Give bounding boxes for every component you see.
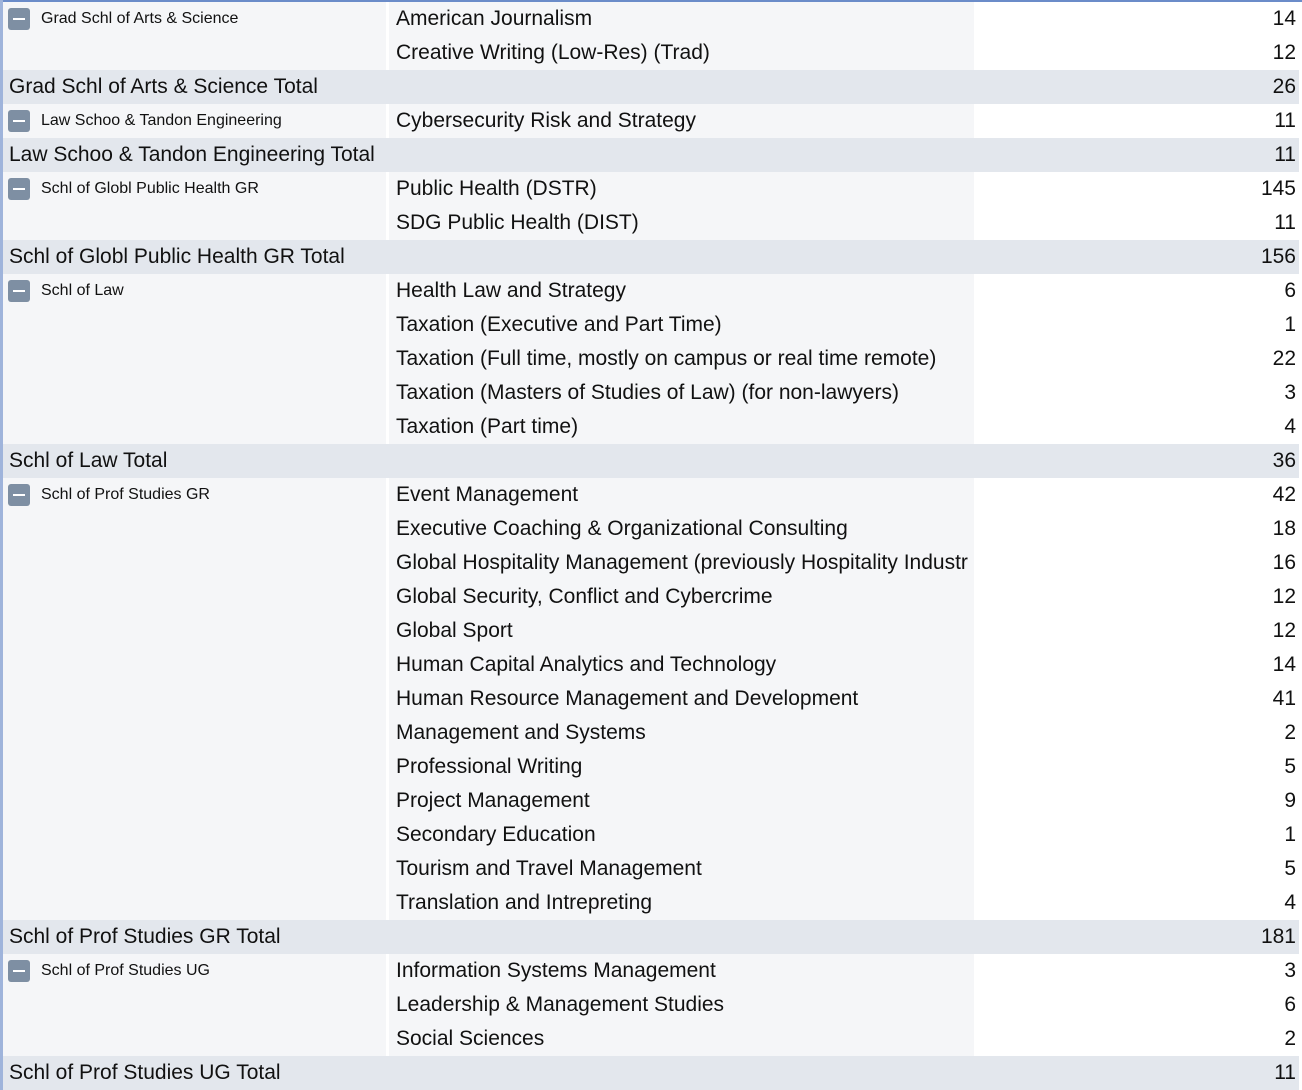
subtotal-label: Grad Schl of Arts & Science Total xyxy=(9,75,318,98)
program-count: 12 xyxy=(974,36,1296,70)
subtotal-label: Schl of Law Total xyxy=(9,449,168,472)
program-count: 12 xyxy=(974,580,1296,614)
pivot-table: Grad Schl of Arts & Science American Jour… xyxy=(0,0,1302,1090)
table-row: Global Sport 12 xyxy=(0,614,1302,648)
table-row: Translation and Intrepreting 4 xyxy=(0,886,1302,920)
program-name: Taxation (Masters of Studies of Law) (fo… xyxy=(389,376,974,410)
table-row: Secondary Education 1 xyxy=(0,818,1302,852)
program-count: 1 xyxy=(974,308,1296,342)
program-count: 14 xyxy=(974,648,1296,682)
table-row: Management and Systems 2 xyxy=(0,716,1302,750)
table-row: Public Health (DSTR) 145 xyxy=(0,172,1302,206)
table-row: Human Capital Analytics and Technology 14 xyxy=(0,648,1302,682)
program-name: Taxation (Part time) xyxy=(389,410,974,444)
table-row: Creative Writing (Low-Res) (Trad) 12 xyxy=(0,36,1302,70)
table-row: American Journalism 14 xyxy=(0,2,1302,36)
subtotal-row: Grad Schl of Arts & Science Total 26 xyxy=(3,70,1299,104)
subtotal-row: Schl of Prof Studies GR Total 181 xyxy=(3,920,1299,954)
program-name: Social Sciences xyxy=(389,1022,974,1056)
program-count: 4 xyxy=(974,886,1296,920)
program-count: 2 xyxy=(974,716,1296,750)
table-row: Global Security, Conflict and Cybercrime… xyxy=(0,580,1302,614)
subtotal-label: Law Schoo & Tandon Engineering Total xyxy=(9,143,375,166)
subtotal-row: Schl of Globl Public Health GR Total 156 xyxy=(3,240,1299,274)
program-name: Tourism and Travel Management xyxy=(389,852,974,886)
program-name: Translation and Intrepreting xyxy=(389,886,974,920)
program-count: 16 xyxy=(974,546,1296,580)
program-name: Global Security, Conflict and Cybercrime xyxy=(389,580,974,614)
subtotal-count: 156 xyxy=(1260,245,1296,268)
program-name: Secondary Education xyxy=(389,818,974,852)
subtotal-count: 11 xyxy=(1274,1061,1296,1084)
subtotal-count: 26 xyxy=(1272,75,1296,98)
program-count: 41 xyxy=(974,682,1296,716)
program-name: Human Resource Management and Developmen… xyxy=(389,682,974,716)
program-name: Global Hospitality Management (previousl… xyxy=(389,546,974,580)
program-count: 11 xyxy=(974,206,1296,240)
program-name: Cybersecurity Risk and Strategy xyxy=(389,104,974,138)
program-count: 18 xyxy=(974,512,1296,546)
program-count: 1 xyxy=(974,818,1296,852)
program-count: 145 xyxy=(974,172,1296,206)
program-name: Professional Writing xyxy=(389,750,974,784)
program-count: 6 xyxy=(974,274,1296,308)
program-name: Taxation (Executive and Part Time) xyxy=(389,308,974,342)
program-name: SDG Public Health (DIST) xyxy=(389,206,974,240)
table-row: Global Hospitality Management (previousl… xyxy=(0,546,1302,580)
table-row: Taxation (Masters of Studies of Law) (fo… xyxy=(0,376,1302,410)
program-count: 9 xyxy=(974,784,1296,818)
program-count: 3 xyxy=(974,954,1296,988)
table-row: Event Management 42 xyxy=(0,478,1302,512)
program-name: Human Capital Analytics and Technology xyxy=(389,648,974,682)
program-name: Leadership & Management Studies xyxy=(389,988,974,1022)
table-row: SDG Public Health (DIST) 11 xyxy=(0,206,1302,240)
table-row: Professional Writing 5 xyxy=(0,750,1302,784)
program-name: Management and Systems xyxy=(389,716,974,750)
subtotal-count: 11 xyxy=(1274,143,1296,166)
subtotal-label: Schl of Globl Public Health GR Total xyxy=(9,245,345,268)
table-row: Information Systems Management 3 xyxy=(0,954,1302,988)
table-row: Taxation (Part time) 4 xyxy=(0,410,1302,444)
subtotal-row: Schl of Prof Studies UG Total 11 xyxy=(3,1056,1299,1090)
subtotal-count: 181 xyxy=(1260,925,1296,948)
program-count: 2 xyxy=(974,1022,1296,1056)
program-count: 42 xyxy=(974,478,1296,512)
table-row: Leadership & Management Studies 6 xyxy=(0,988,1302,1022)
program-count: 4 xyxy=(974,410,1296,444)
program-name: Taxation (Full time, mostly on campus or… xyxy=(389,342,974,376)
table-row: Cybersecurity Risk and Strategy 11 xyxy=(0,104,1302,138)
program-name: Information Systems Management xyxy=(389,954,974,988)
table-row: Taxation (Executive and Part Time) 1 xyxy=(0,308,1302,342)
program-name: Health Law and Strategy xyxy=(389,274,974,308)
table-row: Project Management 9 xyxy=(0,784,1302,818)
subtotal-row: Schl of Law Total 36 xyxy=(3,444,1299,478)
table-row: Health Law and Strategy 6 xyxy=(0,274,1302,308)
table-row: Tourism and Travel Management 5 xyxy=(0,852,1302,886)
program-name: American Journalism xyxy=(389,2,974,36)
program-name: Project Management xyxy=(389,784,974,818)
subtotal-label: Schl of Prof Studies UG Total xyxy=(9,1061,281,1084)
program-count: 5 xyxy=(974,852,1296,886)
subtotal-row: Law Schoo & Tandon Engineering Total 11 xyxy=(3,138,1299,172)
table-row: Human Resource Management and Developmen… xyxy=(0,682,1302,716)
program-name: Public Health (DSTR) xyxy=(389,172,974,206)
program-count: 12 xyxy=(974,614,1296,648)
program-name: Creative Writing (Low-Res) (Trad) xyxy=(389,36,974,70)
program-name: Executive Coaching & Organizational Cons… xyxy=(389,512,974,546)
table-row: Executive Coaching & Organizational Cons… xyxy=(0,512,1302,546)
program-count: 14 xyxy=(974,2,1296,36)
program-name: Event Management xyxy=(389,478,974,512)
subtotal-label: Schl of Prof Studies GR Total xyxy=(9,925,281,948)
program-count: 6 xyxy=(974,988,1296,1022)
program-count: 5 xyxy=(974,750,1296,784)
table-row: Social Sciences 2 xyxy=(0,1022,1302,1056)
program-count: 22 xyxy=(974,342,1296,376)
table-row: Taxation (Full time, mostly on campus or… xyxy=(0,342,1302,376)
subtotal-count: 36 xyxy=(1272,449,1296,472)
program-count: 3 xyxy=(974,376,1296,410)
program-count: 11 xyxy=(974,104,1296,138)
program-name: Global Sport xyxy=(389,614,974,648)
